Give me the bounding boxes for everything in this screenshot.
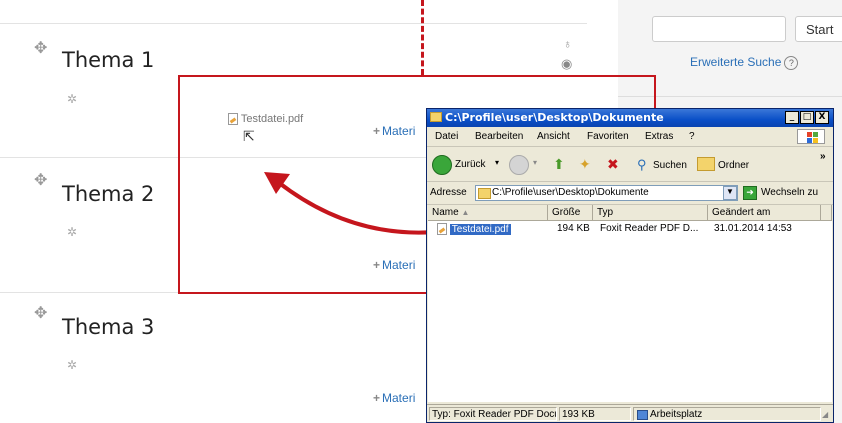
back-button-label[interactable]: Zurück <box>455 159 486 170</box>
toolbar-overflow-icon[interactable]: » <box>820 151 826 162</box>
explorer-window[interactable]: C:\Profile\user\Desktop\Dokumente _ □ X … <box>426 108 834 423</box>
start-button[interactable]: Start <box>795 16 842 42</box>
eye-icon[interactable]: ◉ <box>561 56 572 72</box>
windows-logo-icon <box>797 129 825 144</box>
address-field[interactable]: C:\Profile\user\Desktop\Dokumente <box>475 185 738 201</box>
divider <box>0 23 587 24</box>
address-path: C:\Profile\user\Desktop\Dokumente <box>492 187 649 198</box>
file-size: 194 KB <box>557 223 590 234</box>
close-button[interactable]: X <box>815 111 829 124</box>
chevron-down-icon[interactable]: ▾ <box>533 158 537 167</box>
file-modified: 31.01.2014 14:53 <box>714 223 792 234</box>
move-icon[interactable]: ✥ <box>34 303 47 323</box>
lightbulb-icon[interactable]: ♁ <box>563 37 572 51</box>
column-name[interactable]: Name ▲ <box>428 205 548 221</box>
computer-icon <box>637 410 648 420</box>
menu-datei[interactable]: Datei <box>435 131 458 142</box>
gear-icon[interactable]: ✲ <box>67 92 77 106</box>
delete-icon[interactable]: ✖ <box>607 156 619 173</box>
file-type: Foxit Reader PDF D... <box>600 223 699 234</box>
file-name[interactable]: Testdatei.pdf <box>449 223 511 235</box>
back-arrow-icon[interactable] <box>432 155 452 175</box>
menu-extras[interactable]: Extras <box>645 131 673 142</box>
forward-arrow-icon[interactable] <box>509 155 529 175</box>
address-dropdown-icon[interactable]: ▼ <box>723 186 737 200</box>
search-icon[interactable]: ⚲ <box>637 157 647 173</box>
topic-title-3: Thema 3 <box>62 315 155 339</box>
column-modified[interactable]: Geändert am <box>708 205 821 221</box>
status-bar: Typ: Foxit Reader PDF Docu 193 KB Arbeit… <box>427 404 833 423</box>
explorer-titlebar[interactable]: C:\Profile\user\Desktop\Dokumente _ □ X <box>427 109 833 127</box>
resize-grip-icon[interactable]: ◢ <box>822 410 828 419</box>
gear-icon[interactable]: ✲ <box>67 225 77 239</box>
highlight-dashed-line <box>421 0 424 75</box>
column-size[interactable]: Größe <box>548 205 593 221</box>
folder-up-icon[interactable]: ⬆ <box>553 156 565 173</box>
topic-title-1: Thema 1 <box>62 48 155 72</box>
column-type[interactable]: Typ <box>593 205 708 221</box>
add-material-link-3[interactable]: + Materi <box>373 391 415 405</box>
folder-icon <box>430 112 442 122</box>
drag-arrow <box>264 172 436 235</box>
minimize-button[interactable]: _ <box>785 111 799 124</box>
move-icon[interactable]: ✥ <box>34 170 47 190</box>
help-icon[interactable]: ? <box>784 56 799 70</box>
topic-title-2: Thema 2 <box>62 182 155 206</box>
folders-button-label[interactable]: Ordner <box>718 160 749 171</box>
address-bar: Adresse C:\Profile\user\Desktop\Dokument… <box>427 182 833 205</box>
menu-bar: Datei Bearbeiten Ansicht Favoriten Extra… <box>427 128 833 147</box>
status-size: 193 KB <box>559 407 631 421</box>
file-row[interactable]: Testdatei.pdf <box>437 223 511 235</box>
menu-ansicht[interactable]: Ansicht <box>537 131 570 142</box>
file-list[interactable]: Name ▲ Größe Typ Geändert am Testdatei.p… <box>428 205 832 402</box>
sort-up-icon: ▲ <box>461 208 470 217</box>
menu-help[interactable]: ? <box>689 131 695 142</box>
gear-icon[interactable]: ✲ <box>67 358 77 372</box>
toolbar: Zurück ▾ ▾ ⬆ ✦ ✖ ⚲ Suchen Ordner » <box>427 147 833 182</box>
menu-favoriten[interactable]: Favoriten <box>587 131 629 142</box>
folder-icon <box>478 188 491 199</box>
chevron-down-icon[interactable]: ▾ <box>495 158 499 167</box>
window-title: C:\Profile\user\Desktop\Dokumente <box>445 111 664 124</box>
menu-bearbeiten[interactable]: Bearbeiten <box>475 131 523 142</box>
address-label: Adresse <box>430 187 467 198</box>
pdf-file-icon <box>437 223 447 235</box>
status-location: Arbeitsplatz <box>633 407 821 421</box>
search-button-label[interactable]: Suchen <box>653 160 687 171</box>
new-folder-icon[interactable]: ✦ <box>579 156 591 173</box>
column-spacer <box>821 205 832 221</box>
search-input[interactable] <box>652 16 786 42</box>
status-type: Typ: Foxit Reader PDF Docu <box>429 407 557 421</box>
go-button-label[interactable]: Wechseln zu <box>761 187 818 198</box>
go-arrow-icon[interactable]: ➜ <box>743 186 757 200</box>
move-icon[interactable]: ✥ <box>34 38 47 58</box>
folders-icon[interactable] <box>697 157 715 171</box>
advanced-search-link[interactable]: Erweiterte Suche? <box>690 55 799 70</box>
maximize-button[interactable]: □ <box>800 111 814 124</box>
